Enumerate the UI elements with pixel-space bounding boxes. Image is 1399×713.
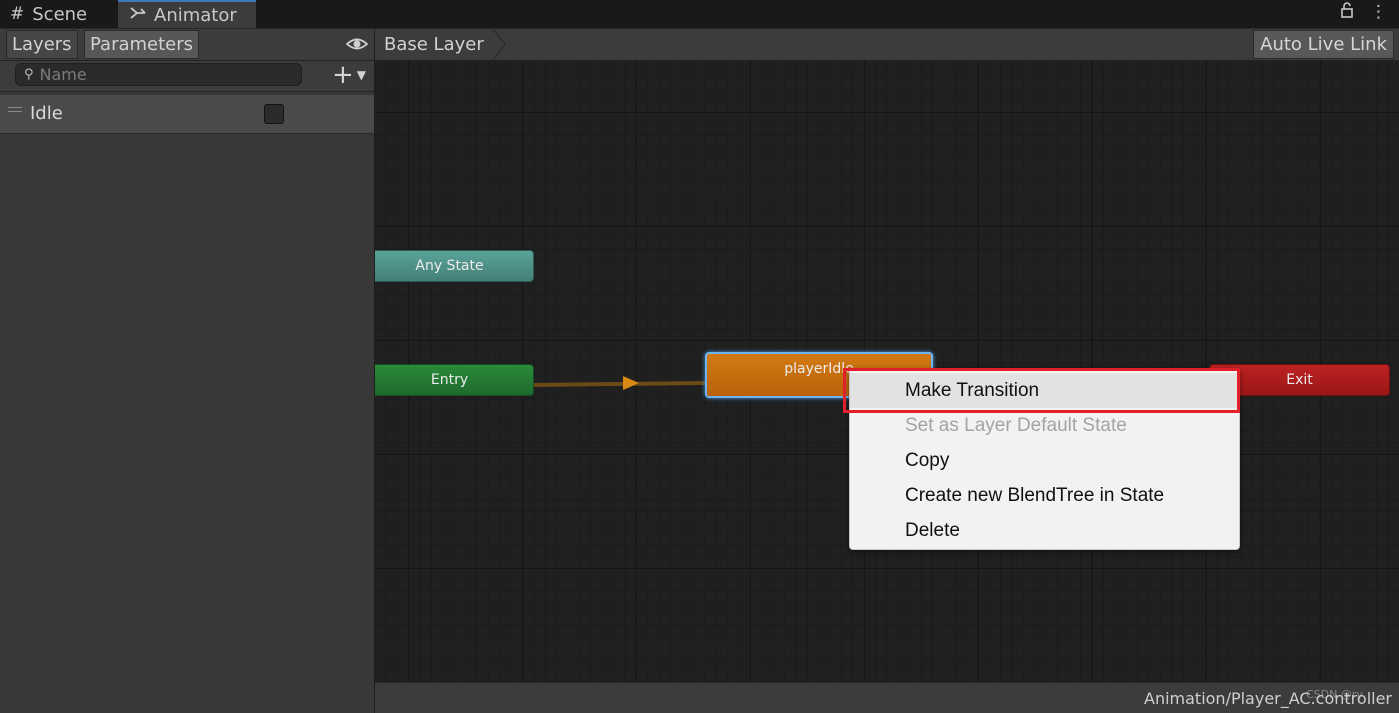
tab-layers[interactable]: Layers: [6, 30, 78, 59]
tab-parameters[interactable]: Parameters: [84, 30, 200, 59]
state-any-state[interactable]: Any State: [375, 250, 534, 282]
chevron-down-icon: ▼: [356, 68, 366, 82]
breadcrumb-base-layer[interactable]: Base Layer: [375, 29, 484, 60]
add-parameter-button[interactable]: + ▼: [332, 62, 366, 88]
parameter-row-idle[interactable]: Idle: [0, 95, 374, 134]
tab-scene-label: Scene: [32, 3, 88, 25]
menu-item-create-blendtree[interactable]: Create new BlendTree in State: [850, 478, 1239, 513]
lock-icon[interactable]: [1340, 2, 1354, 23]
tab-animator[interactable]: Animator: [118, 0, 256, 28]
status-bar: CSDN @ry Animation/Player_AC.controller: [375, 683, 1399, 713]
auto-live-link-button[interactable]: Auto Live Link: [1253, 30, 1394, 59]
plus-icon: +: [331, 60, 354, 90]
drag-handle-icon[interactable]: [8, 107, 22, 115]
menu-item-delete[interactable]: Delete: [850, 513, 1239, 548]
menu-item-set-default-state: Set as Layer Default State: [905, 414, 1127, 436]
more-options-icon[interactable]: ⋮: [1370, 2, 1387, 23]
breadcrumb-bar: Base Layer Auto Live Link: [375, 29, 1399, 61]
search-input[interactable]: [39, 65, 280, 84]
search-icon: ⚲: [24, 67, 34, 82]
eye-icon[interactable]: [345, 33, 369, 55]
tab-scene[interactable]: # Scene: [10, 0, 87, 28]
menu-item-copy[interactable]: Copy: [850, 443, 1239, 478]
breadcrumb-separator-icon: [493, 29, 506, 60]
panel-tab-strip: Layers Parameters: [0, 29, 374, 61]
state-context-menu: Make Transition Set as Layer Default Sta…: [849, 368, 1240, 550]
parameters-panel: Layers Parameters ⚲ + ▼ Idle: [0, 29, 375, 713]
controller-path: Animation/Player_AC.controller: [1144, 689, 1392, 708]
window-tab-bar: # Scene Animator ⋮: [0, 0, 1399, 28]
parameter-search: ⚲: [15, 63, 302, 86]
search-row: ⚲ + ▼: [0, 61, 374, 92]
parameter-checkbox[interactable]: [264, 104, 284, 124]
animator-icon: [130, 5, 146, 25]
grid-icon: #: [10, 4, 25, 24]
menu-item-make-transition[interactable]: Make Transition: [850, 373, 1239, 408]
state-entry[interactable]: Entry: [375, 364, 534, 396]
parameter-name: Idle: [30, 103, 63, 124]
tab-animator-label: Animator: [154, 4, 237, 26]
